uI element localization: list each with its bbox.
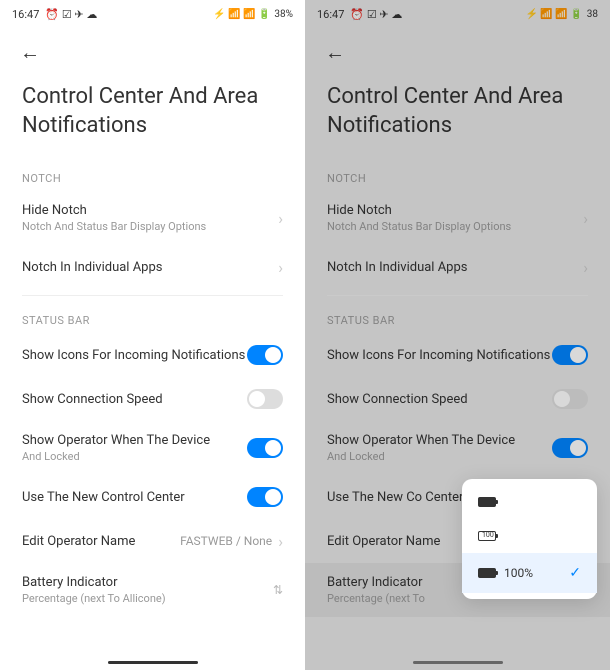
connection-label: Show Connection Speed (22, 392, 163, 407)
section-header-notch: NOTCH (305, 160, 610, 191)
back-icon[interactable]: ← (325, 40, 345, 64)
updown-icon: ⇅ (273, 583, 283, 597)
popup-option-text: 100% (504, 566, 533, 580)
page-title: Control Center And Area Notifications (305, 73, 610, 160)
row-individual-apps[interactable]: Notch In Individual Apps › (305, 245, 610, 289)
row-hide-notch[interactable]: Hide Notch Notch And Status Bar Display … (0, 191, 305, 245)
status-icons-right: ⚡ 📶 📶 🔋 (213, 9, 270, 20)
section-header-statusbar: STATUS BAR (305, 302, 610, 333)
chevron-right-icon: › (583, 258, 588, 277)
battery-icon (478, 497, 496, 507)
row-text: Notch In Individual Apps (327, 260, 583, 275)
operator-value: FASTWEB / None (180, 534, 272, 548)
row-text: Notch In Individual Apps (22, 260, 278, 275)
section-header-notch: NOTCH (0, 160, 305, 191)
chevron-right-icon: › (278, 258, 283, 277)
status-bar: 16:47 ⏰ ☑ ✈ ☁ ⚡ 📶 📶 🔋 38 (305, 0, 610, 28)
row-text: Show Operator When The Device And Locked (22, 433, 247, 463)
chevron-right-icon: › (278, 209, 283, 228)
popup-option-percentage[interactable]: 100% ✓ (462, 553, 597, 593)
row-text: Hide Notch Notch And Status Bar Display … (22, 203, 278, 233)
battery-icon: 100 (478, 531, 496, 541)
back-icon[interactable]: ← (20, 40, 40, 64)
hide-notch-label: Hide Notch (327, 203, 583, 218)
status-icons-left: ⏰ ☑ ✈ ☁ (45, 8, 97, 21)
battery-indicator-label: Battery Indicator (22, 575, 267, 590)
status-bar: 16:47 ⏰ ☑ ✈ ☁ ⚡ 📶 📶 🔋 38% (0, 0, 305, 28)
home-indicator (108, 661, 198, 664)
control-center-label: Use The New Control Center (22, 490, 185, 505)
operator-sub: And Locked (22, 450, 247, 463)
status-time: 16:47 (317, 8, 344, 21)
row-show-operator[interactable]: Show Operator When The Device And Locked (0, 421, 305, 475)
popup-option-icon-only[interactable] (462, 485, 597, 519)
operator-label: Show Operator When The Device (22, 433, 247, 448)
battery-selector: ⇅ (267, 583, 283, 597)
status-left: 16:47 ⏰ ☑ ✈ ☁ (317, 8, 402, 21)
toggle-connection[interactable] (552, 389, 588, 409)
row-hide-notch[interactable]: Hide Notch Notch And Status Bar Display … (305, 191, 610, 245)
back-row: ← (305, 28, 610, 73)
row-text: Battery Indicator Percentage (next To Al… (22, 575, 267, 605)
back-row: ← (0, 28, 305, 73)
status-right: ⚡ 📶 📶 🔋 38 (526, 9, 599, 20)
individual-apps-label: Notch In Individual Apps (22, 260, 278, 275)
toggle-incoming[interactable] (247, 345, 283, 365)
incoming-label: Show Icons For Incoming Notifications (327, 348, 550, 363)
phone-left: 16:47 ⏰ ☑ ✈ ☁ ⚡ 📶 📶 🔋 38% ← Control Cent… (0, 0, 305, 670)
divider (327, 295, 588, 296)
row-show-operator[interactable]: Show Operator When The Device And Locked (305, 421, 610, 475)
individual-apps-label: Notch In Individual Apps (327, 260, 583, 275)
connection-label: Show Connection Speed (327, 392, 468, 407)
edit-operator-label: Edit Operator Name (22, 534, 135, 549)
battery-indicator-popup: 100 100% ✓ (462, 479, 597, 599)
control-center-label: Use The New Co Center (327, 490, 463, 505)
status-battery: 38 (587, 9, 598, 20)
toggle-operator[interactable] (552, 438, 588, 458)
status-right: ⚡ 📶 📶 🔋 38% (213, 9, 293, 20)
status-icons-right: ⚡ 📶 📶 🔋 (526, 9, 583, 20)
chevron-right-icon: › (583, 209, 588, 228)
row-incoming-notifications[interactable]: Show Icons For Incoming Notifications (305, 333, 610, 377)
operator-label: Show Operator When The Device (327, 433, 552, 448)
phone-right: 16:47 ⏰ ☑ ✈ ☁ ⚡ 📶 📶 🔋 38 ← Control Cente… (305, 0, 610, 670)
incoming-label: Show Icons For Incoming Notifications (22, 348, 245, 363)
page-title: Control Center And Area Notifications (0, 73, 305, 160)
toggle-control-center[interactable] (247, 487, 283, 507)
home-indicator (413, 661, 503, 664)
battery-icon (478, 568, 496, 578)
chevron-right-icon: › (278, 532, 283, 551)
check-icon: ✓ (569, 565, 581, 581)
row-connection-speed[interactable]: Show Connection Speed (305, 377, 610, 421)
status-left: 16:47 ⏰ ☑ ✈ ☁ (12, 8, 97, 21)
row-edit-operator[interactable]: Edit Operator Name FASTWEB / None › (0, 519, 305, 563)
hide-notch-sub: Notch And Status Bar Display Options (327, 220, 583, 233)
status-battery: 38% (274, 9, 293, 20)
toggle-operator[interactable] (247, 438, 283, 458)
row-individual-apps[interactable]: Notch In Individual Apps › (0, 245, 305, 289)
status-time: 16:47 (12, 8, 39, 21)
popup-option-content: 100% (478, 566, 533, 580)
operator-sub: And Locked (327, 450, 552, 463)
toggle-incoming[interactable] (552, 345, 588, 365)
divider (22, 295, 283, 296)
row-connection-speed[interactable]: Show Connection Speed (0, 377, 305, 421)
row-text: Hide Notch Notch And Status Bar Display … (327, 203, 583, 233)
section-header-statusbar: STATUS BAR (0, 302, 305, 333)
row-battery-indicator[interactable]: Battery Indicator Percentage (next To Al… (0, 563, 305, 617)
edit-operator-label: Edit Operator Name (327, 534, 440, 549)
status-icons-left: ⏰ ☑ ✈ ☁ (350, 8, 402, 21)
row-control-center[interactable]: Use The New Control Center (0, 475, 305, 519)
hide-notch-sub: Notch And Status Bar Display Options (22, 220, 278, 233)
content-left: 16:47 ⏰ ☑ ✈ ☁ ⚡ 📶 📶 🔋 38% ← Control Cent… (0, 0, 305, 670)
row-text: Show Operator When The Device And Locked (327, 433, 552, 463)
toggle-connection[interactable] (247, 389, 283, 409)
row-incoming-notifications[interactable]: Show Icons For Incoming Notifications (0, 333, 305, 377)
hide-notch-label: Hide Notch (22, 203, 278, 218)
battery-indicator-sub: Percentage (next To Allicone) (22, 592, 267, 605)
edit-operator-right: FASTWEB / None › (180, 532, 283, 551)
popup-option-number-inside[interactable]: 100 (462, 519, 597, 553)
